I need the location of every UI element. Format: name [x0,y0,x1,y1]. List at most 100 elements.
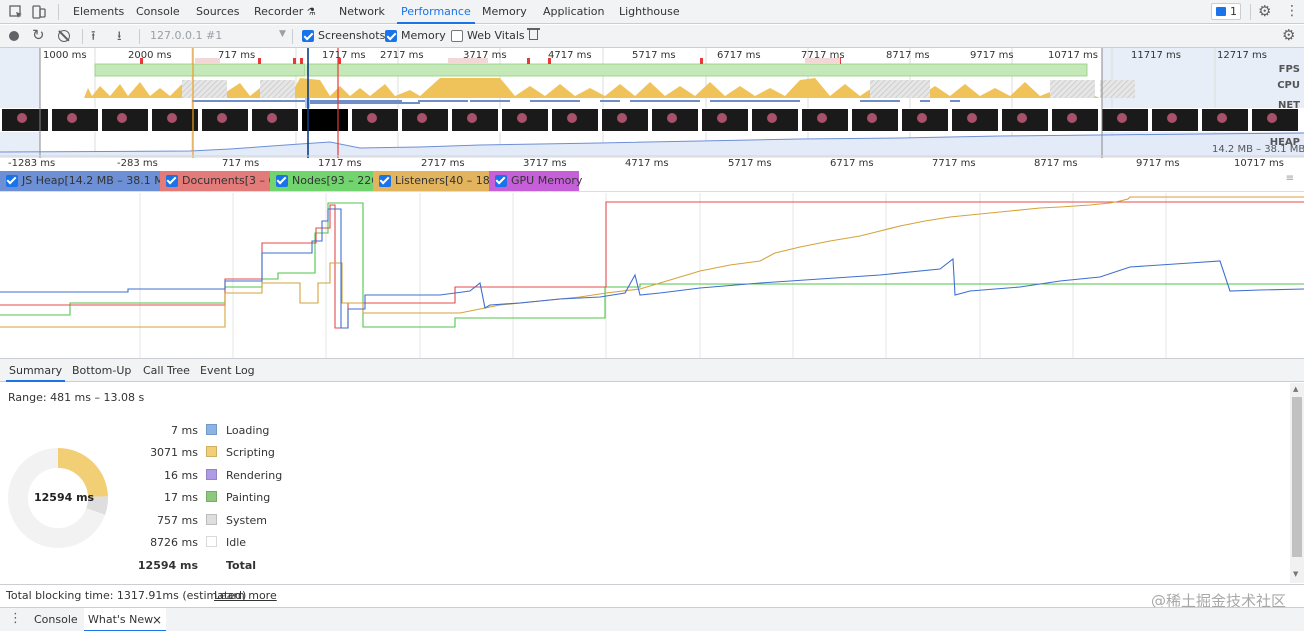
counter-js-heap[interactable]: JS Heap[14.2 MB – 38.1 MB] [0,171,176,191]
scripting-swatch [206,446,217,457]
overview-tick: 6717 ms [717,50,761,61]
gear-icon[interactable]: ⚙ [1258,2,1271,20]
scroll-down-icon[interactable]: ▼ [1293,570,1298,578]
tab-elements[interactable]: Elements [69,0,128,24]
issues-badge[interactable]: 1 [1211,3,1241,20]
drawer-tab-whats-new[interactable]: What's New × [84,608,166,631]
counter-label: Listeners[40 – 188] [395,174,502,187]
drawer-menu-icon[interactable]: ⋮ [9,611,22,626]
memory-counters-legend: JS Heap[14.2 MB – 38.1 MB] Documents[3 –… [0,170,1304,192]
overview-tick: 1000 ms [43,50,87,61]
overview-tick: 10717 ms [1048,50,1098,61]
counter-checkbox[interactable] [6,175,18,187]
record-icon[interactable] [9,31,19,41]
drawer-tabs: ⋮ Console What's New × [0,607,1304,631]
system-swatch [206,514,217,525]
memory-label: Memory [401,29,446,42]
summary-value: 16 ms [164,469,198,482]
pie-center-total: 12594 ms [34,491,95,504]
trash-icon[interactable] [529,29,538,40]
screenshots-checkbox[interactable] [302,30,314,42]
summary-label: Rendering [226,469,283,482]
ruler-tick: -1283 ms [8,158,56,169]
idle-swatch [206,536,217,547]
inspect-element-icon[interactable] [8,4,24,20]
tab-sources[interactable]: Sources [192,0,244,24]
counter-listeners[interactable]: Listeners[40 – 188] [373,171,501,191]
reload-icon[interactable]: ↻ [32,26,45,44]
counter-checkbox[interactable] [166,175,178,187]
counter-label: GPU Memory [511,174,583,187]
performance-toolbar: ↻ ⭱ ⭳ 127.0.0.1 #1 ▼ Screenshots Memory … [0,25,1304,48]
range-text: Range: 481 ms – 13.08 s [8,391,145,404]
screenshots-label: Screenshots [318,29,386,42]
drawer-tab-console[interactable]: Console [30,608,82,631]
heap-area [0,133,1304,158]
drawer-tab-label: What's New [88,613,154,626]
ruler-tick: 3717 ms [523,158,567,169]
summary-label: Idle [226,536,247,549]
tab-summary[interactable]: Summary [6,359,66,382]
target-select[interactable]: 127.0.0.1 #1 [150,29,222,42]
scrollbar-thumb[interactable] [1292,397,1302,557]
summary-value: 3071 ms [150,446,198,459]
fps-bars [94,63,1088,77]
overview-tick: 717 ms [218,50,256,61]
ruler-tick: 1717 ms [318,158,362,169]
counter-gpu-memory[interactable]: GPU Memory [489,171,583,191]
counter-checkbox[interactable] [379,175,391,187]
scroll-up-icon[interactable]: ▲ [1293,385,1298,393]
counter-nodes[interactable]: Nodes[93 – 226] [270,171,383,191]
tab-performance[interactable]: Performance [397,0,475,24]
js-heap-line [0,208,1304,329]
tab-network[interactable]: Network [335,0,389,24]
resize-handle-icon[interactable]: ≡ [1286,173,1294,184]
more-options-icon[interactable]: ⋮ [1285,3,1299,19]
memory-checkbox[interactable] [385,30,397,42]
counter-documents[interactable]: Documents[3 – 6] [160,171,280,191]
overview-tick: 9717 ms [970,50,1014,61]
overview-tick: 3717 ms [463,50,507,61]
summary-label: System [226,514,268,527]
heap-range: 14.2 MB – 38.1 MB [1212,144,1304,155]
ruler-tick: 9717 ms [1136,158,1180,169]
trash-lid [527,28,540,30]
ruler-tick: 10717 ms [1234,158,1284,169]
close-icon[interactable]: × [152,608,162,631]
memory-counter-graph[interactable] [0,193,1304,358]
tab-event-log[interactable]: Event Log [197,359,258,382]
cpu-area [84,78,1100,98]
overview-tick: 8717 ms [886,50,930,61]
details-tabs: Summary Bottom-Up Call Tree Event Log [0,358,1304,382]
tab-call-tree[interactable]: Call Tree [140,359,193,382]
device-toolbar-icon[interactable] [31,4,47,20]
chevron-down-icon: ▼ [279,29,286,39]
tab-memory[interactable]: Memory [478,0,531,24]
ruler-tick: 2717 ms [421,158,465,169]
timeline-overview[interactable]: 1000 ms 2000 ms 717 ms 1717 ms 2717 ms 3… [0,48,1304,158]
summary-panel: Range: 481 ms – 13.08 s 12594 ms 7 ms Lo… [0,383,1290,583]
counter-checkbox[interactable] [495,175,507,187]
download-icon[interactable]: ⭳ [117,27,122,49]
summary-value: 17 ms [164,491,198,504]
tab-bottom-up[interactable]: Bottom-Up [69,359,134,382]
web-vitals-checkbox[interactable] [451,30,463,42]
total-value: 12594 ms [137,559,198,572]
learn-more-link[interactable]: Learn more [214,589,277,602]
tab-recorder[interactable]: Recorder ⚗ [250,0,320,24]
timeline-ruler: -1283 ms -283 ms 717 ms 1717 ms 2717 ms … [0,158,1304,170]
overview-tick: 7717 ms [801,50,845,61]
tab-recorder-label: Recorder [254,5,304,18]
documents-line [0,201,1304,329]
overview-tick: 11717 ms [1131,50,1181,61]
net-track-label: NET [1277,100,1300,111]
fps-track-label: FPS [1278,64,1300,75]
nodes-line [0,202,1304,328]
counter-checkbox[interactable] [276,175,288,187]
upload-icon[interactable]: ⭱ [91,27,96,49]
tab-lighthouse[interactable]: Lighthouse [615,0,684,24]
tab-application[interactable]: Application [539,0,608,24]
capture-settings-gear-icon[interactable]: ⚙ [1282,26,1295,44]
tab-console[interactable]: Console [132,0,184,24]
summary-scrollbar[interactable]: ▲ ▼ [1290,383,1304,583]
